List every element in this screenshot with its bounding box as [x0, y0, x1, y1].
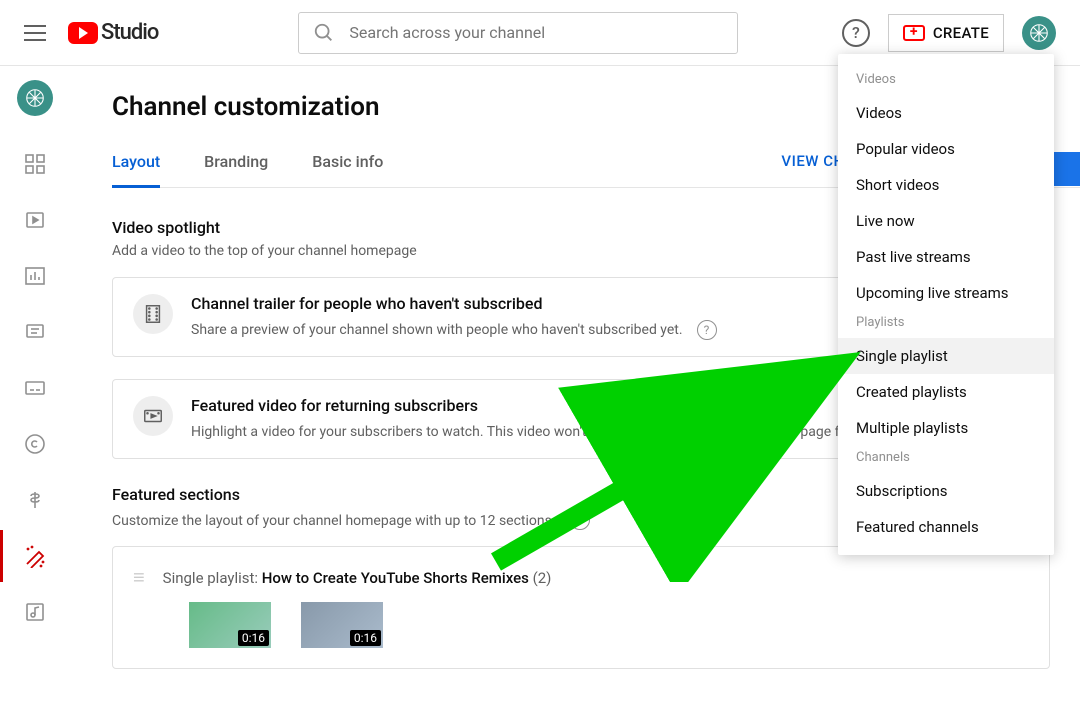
- video-thumbnail[interactable]: 0:16: [189, 602, 271, 648]
- dd-item-short-videos[interactable]: Short videos: [838, 167, 1054, 203]
- sidebar-nav: [0, 66, 70, 720]
- create-video-icon: [903, 25, 925, 41]
- studio-logo[interactable]: Studio: [68, 20, 158, 45]
- dropdown-group-playlists: Playlists: [838, 311, 1054, 338]
- dropdown-group-videos: Videos: [838, 68, 1054, 95]
- trailer-card-title: Channel trailer for people who haven't s…: [191, 294, 717, 313]
- channel-avatar[interactable]: [17, 80, 53, 116]
- dd-item-created-playlists[interactable]: Created playlists: [838, 374, 1054, 410]
- video-thumbnail[interactable]: 0:16: [301, 602, 383, 648]
- youtube-play-icon: [68, 22, 98, 44]
- dd-item-videos[interactable]: Videos: [838, 95, 1054, 131]
- sidebar-audio-library[interactable]: [0, 586, 70, 638]
- dd-item-subscriptions[interactable]: Subscriptions: [838, 473, 1054, 509]
- dd-item-live-now[interactable]: Live now: [838, 203, 1054, 239]
- logo-text: Studio: [101, 20, 158, 45]
- sidebar-content[interactable]: [0, 194, 70, 246]
- sidebar-comments[interactable]: [0, 306, 70, 358]
- search-input[interactable]: [349, 23, 723, 42]
- featured-video-icon: [133, 396, 173, 436]
- playlist-section-title: Single playlist: How to Create YouTube S…: [163, 569, 552, 587]
- sidebar-monetization[interactable]: [0, 474, 70, 526]
- featured-sub: Customize the layout of your channel hom…: [112, 513, 556, 529]
- dd-item-featured-channels[interactable]: Featured channels: [838, 509, 1054, 545]
- account-avatar[interactable]: [1022, 16, 1056, 50]
- dd-item-popular-videos[interactable]: Popular videos: [838, 131, 1054, 167]
- help-icon[interactable]: ?: [842, 19, 870, 47]
- tab-layout[interactable]: Layout: [112, 152, 160, 188]
- sidebar-subtitles[interactable]: [0, 362, 70, 414]
- help-tooltip-icon[interactable]: ?: [570, 510, 590, 530]
- trailer-card-body: Share a preview of your channel shown wi…: [191, 322, 683, 338]
- sidebar-analytics[interactable]: [0, 250, 70, 302]
- featured-card-body: Highlight a video for your subscribers t…: [191, 424, 935, 440]
- duration-badge: 0:16: [350, 630, 381, 646]
- playlist-section-card[interactable]: ≡ Single playlist: How to Create YouTube…: [112, 546, 1050, 669]
- dd-item-single-playlist[interactable]: Single playlist: [838, 338, 1054, 374]
- truncated-action-button[interactable]: [1052, 152, 1080, 186]
- dd-item-past-live[interactable]: Past live streams: [838, 239, 1054, 275]
- create-button[interactable]: CREATE: [888, 14, 1004, 52]
- sidebar-copyright[interactable]: [0, 418, 70, 470]
- sidebar-customization[interactable]: [0, 530, 70, 582]
- sidebar-dashboard[interactable]: [0, 138, 70, 190]
- dd-item-multiple-playlists[interactable]: Multiple playlists: [838, 410, 1054, 446]
- search-field[interactable]: [298, 12, 738, 54]
- film-strip-icon: [133, 294, 173, 334]
- hamburger-menu-button[interactable]: [24, 21, 48, 45]
- search-icon: [313, 22, 335, 44]
- avatar-pattern-icon: [1028, 22, 1050, 44]
- duration-badge: 0:16: [238, 630, 269, 646]
- dd-item-upcoming-live[interactable]: Upcoming live streams: [838, 275, 1054, 311]
- section-type-dropdown: Videos Videos Popular videos Short video…: [838, 54, 1054, 555]
- tab-branding[interactable]: Branding: [204, 152, 268, 187]
- help-tooltip-icon[interactable]: ?: [697, 320, 717, 340]
- tab-basic-info[interactable]: Basic info: [312, 152, 383, 187]
- dropdown-group-channels: Channels: [838, 446, 1054, 473]
- drag-handle-icon[interactable]: ≡: [133, 565, 147, 590]
